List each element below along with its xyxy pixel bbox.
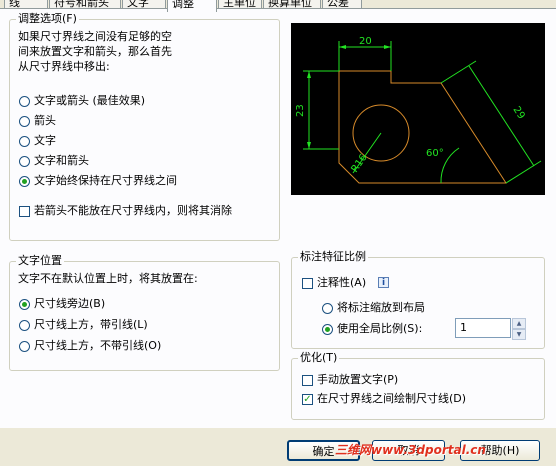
radio-text-and-arrows[interactable] xyxy=(19,156,30,167)
radio-scale-to-layout[interactable] xyxy=(322,303,333,314)
spin-up-icon[interactable]: ▲ xyxy=(512,318,526,329)
text-placement-desc: 文字不在默认位置上时，将其放置在: xyxy=(18,272,198,285)
watermark: 三维网www.3dportal.cn xyxy=(335,443,486,457)
fine-tuning-title: 优化(T) xyxy=(298,351,340,365)
global-scale-input[interactable]: 1 xyxy=(455,318,511,338)
radio-text-or-arrows[interactable] xyxy=(19,96,30,107)
radio-beside-dimline[interactable] xyxy=(19,299,30,310)
tab-fit[interactable]: 调整 xyxy=(167,0,217,12)
fit-options-group: 调整选项(F) 如果尺寸界线之间没有足够的空 间来放置文字和箭头，那么首先 从尺… xyxy=(9,12,280,241)
tab-panel: 调整选项(F) 如果尺寸界线之间没有足够的空 间来放置文字和箭头，那么首先 从尺… xyxy=(0,8,556,428)
scale-features-title: 标注特征比例 xyxy=(298,250,368,264)
fit-options-desc-2: 间来放置文字和箭头，那么首先 xyxy=(18,45,172,58)
draw-dimline-checkbox[interactable]: ✓ xyxy=(302,394,313,405)
radio-text-and-arrows-label[interactable]: 文字和箭头 xyxy=(34,154,89,168)
fit-options-title: 调整选项(F) xyxy=(16,12,79,26)
dim-top-text: 20 xyxy=(359,36,372,47)
annotative-checkbox[interactable] xyxy=(302,278,313,289)
radio-scale-to-layout-label[interactable]: 将标注缩放到布局 xyxy=(337,301,425,315)
annotative-label[interactable]: 注释性(A) xyxy=(317,276,366,290)
fit-options-desc-1: 如果尺寸界线之间没有足够的空 xyxy=(18,30,172,43)
radio-keep-text-between[interactable] xyxy=(19,176,30,187)
radio-arrows-label[interactable]: 箭头 xyxy=(34,114,56,128)
manual-text-checkbox[interactable] xyxy=(302,375,313,386)
radio-keep-text-between-label[interactable]: 文字始终保持在尺寸界线之间 xyxy=(34,174,177,188)
dim-radius-text: R16 xyxy=(349,152,369,174)
dim-left-arrow-bottom xyxy=(307,142,311,149)
text-placement-title: 文字位置 xyxy=(16,254,64,268)
suppress-arrows-label[interactable]: 若箭头不能放在尺寸界线内，则将其消除 xyxy=(34,204,232,218)
fine-tuning-group: 优化(T) 手动放置文字(P) ✓ 在尺寸界线之间绘制尺寸线(D) xyxy=(291,351,545,420)
dim-angle-text: 60° xyxy=(426,148,444,159)
radio-over-without-leader-label[interactable]: 尺寸线上方，不带引线(O) xyxy=(34,339,161,353)
dimension-preview: 20 23 29 60° R16 xyxy=(291,23,545,195)
dim-top-arrow-right xyxy=(384,45,391,49)
radio-text-label[interactable]: 文字 xyxy=(34,134,56,148)
radio-text-or-arrows-label[interactable]: 文字或箭头 (最佳效果) xyxy=(34,94,145,108)
text-placement-group: 文字位置 文字不在默认位置上时，将其放置在: 尺寸线旁边(B) 尺寸线上方，带引… xyxy=(9,254,280,371)
draw-dimline-label[interactable]: 在尺寸界线之间绘制尺寸线(D) xyxy=(317,392,466,406)
dim-left-arrow-top xyxy=(307,71,311,78)
dim-diag-text: 29 xyxy=(510,105,526,122)
radio-over-with-leader-label[interactable]: 尺寸线上方，带引线(L) xyxy=(34,318,148,332)
preview-drawing: 20 23 29 60° R16 xyxy=(295,36,542,184)
suppress-arrows-checkbox[interactable] xyxy=(19,206,30,217)
radio-over-with-leader[interactable] xyxy=(19,320,30,331)
scale-features-group: 标注特征比例 注释性(A) i 将标注缩放到布局 使用全局比例(S): 1 ▲ … xyxy=(291,250,545,349)
info-icon[interactable]: i xyxy=(378,277,389,288)
radio-global-scale[interactable] xyxy=(322,324,333,335)
radio-global-scale-label[interactable]: 使用全局比例(S): xyxy=(337,322,422,336)
dim-diag-ext-bottom xyxy=(505,160,542,184)
dim-diag-ext-top xyxy=(440,60,477,84)
fit-options-desc-3: 从尺寸界线中移出: xyxy=(18,60,110,73)
radio-over-without-leader[interactable] xyxy=(19,341,30,352)
radio-arrows[interactable] xyxy=(19,116,30,127)
manual-text-label[interactable]: 手动放置文字(P) xyxy=(317,373,398,387)
global-scale-spinner[interactable]: ▲ ▼ xyxy=(512,318,526,340)
dim-top-arrow-left xyxy=(339,45,346,49)
radio-text[interactable] xyxy=(19,136,30,147)
dim-left-text: 23 xyxy=(295,104,306,117)
radio-beside-dimline-label[interactable]: 尺寸线旁边(B) xyxy=(34,297,105,311)
spin-down-icon[interactable]: ▼ xyxy=(512,329,526,340)
